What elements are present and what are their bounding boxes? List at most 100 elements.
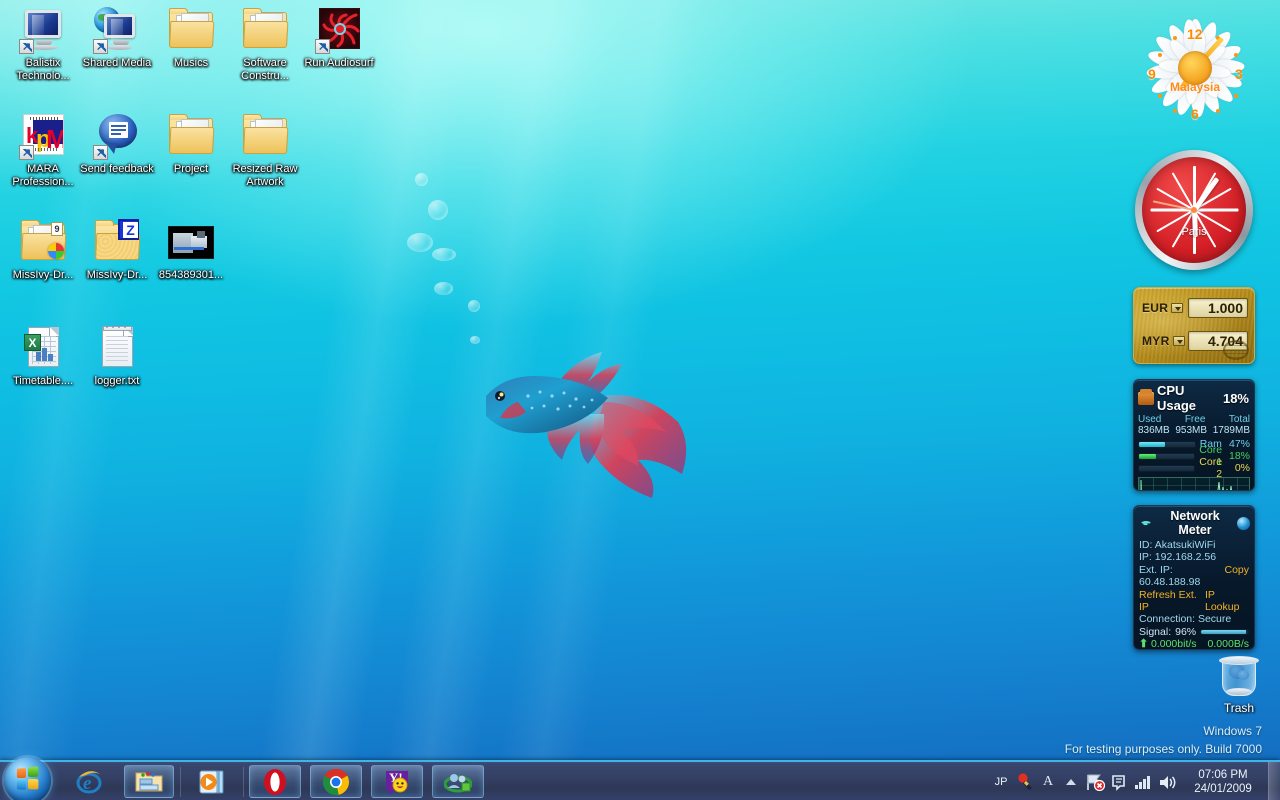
google-chrome-icon [322,768,350,796]
ram-bar-fill [1139,441,1166,447]
desktop-icon-send-feedback[interactable]: ↗ Send feedback [80,112,154,176]
desktop-icon-logger-txt[interactable]: logger.txt [80,324,154,388]
desktop-icon-musics[interactable]: Musics [154,6,228,70]
clock-city-label: Paris [1181,225,1207,238]
language-indicator: JP [994,776,1008,788]
taskbar-button-windows-explorer[interactable] [124,765,174,798]
chevron-down-icon[interactable] [1171,303,1184,313]
gadget-cpu-usage[interactable]: CPU Usage 18% Used Free Total 836MB 953M… [1133,379,1255,491]
currency-from-code: EUR [1142,301,1169,315]
flower-clock-numeral-6: 6 [1191,106,1199,122]
language-bar[interactable]: JP [989,762,1013,800]
currency-from-value[interactable]: 1.000 [1188,298,1248,318]
mem-header-used: Used [1138,414,1162,425]
bubble-icon [434,282,453,295]
desktop-icon-label: MARA Profession... [12,163,74,188]
tray-date: 24/01/2009 [1194,783,1252,795]
cpu-gadget-header: CPU Usage 18% [1134,380,1254,414]
upload-arrow-icon: ⬆ [1139,638,1149,650]
taskbar-button-google-chrome[interactable] [310,765,362,798]
refresh-ext-ip-link[interactable]: Refresh Ext. IP [1139,589,1205,614]
desktop-icon-balistix-technology[interactable]: ↗ Balistix Technolo... [6,6,80,82]
clock-tick [1194,208,1238,212]
desktop-icon-software-construction[interactable]: Software Constru... [228,6,302,82]
network-gadget-title: Network Meter [1170,509,1220,537]
desktop-icon-recycle-bin[interactable]: Trash [1204,655,1274,715]
desktop-icon-mara-professional[interactable]: k p M ↗ MARA Profession... [6,112,80,188]
clock-tray-button[interactable]: 07:06 PM 24/01/2009 [1181,768,1265,796]
signal-label: Signal: [1139,625,1172,638]
flower-clock-city-label: Malaysia [1169,80,1221,94]
cpu-chip-icon [1138,388,1154,405]
betta-fish-illustration [452,330,702,510]
gadget-currency-converter[interactable]: EUR 1.000 MYR 4.704 [1133,287,1255,364]
core2-bar-row: Core 2 0% [1134,456,1254,480]
desktop-icon-timetable-spreadsheet[interactable]: X Timetable.... [6,324,80,388]
speaker-icon[interactable] [1155,762,1181,800]
start-button[interactable] [4,757,51,800]
ime-pen-icon[interactable] [1013,762,1037,800]
mem-value-total: 1789MB [1212,425,1250,436]
folder-icon [167,112,215,160]
gadget-flower-clock[interactable]: 12 3 6 9 Malaysia [1135,6,1255,130]
taskbar-button-windows-media-player[interactable] [189,765,235,798]
desktop-icon-video-thumbnail[interactable]: 854389301... [154,218,228,282]
currency-from-code-selector[interactable]: EUR [1142,301,1188,315]
gadget-paris-clock[interactable]: Paris [1135,150,1253,270]
flower-clock-marker [1216,109,1220,113]
memory-values: 836MB 953MB 1789MB [1134,425,1254,438]
show-hidden-icons-button[interactable] [1059,762,1083,800]
flower-clock-marker [1234,53,1238,57]
desktop-icon-missivy-zip[interactable]: Z MissIvy-Dr... [80,218,154,282]
folder-with-media-icon: 9 [19,218,67,266]
flower-clock-marker [1234,94,1238,98]
mara-shortcut-icon: k p M ↗ [19,112,67,160]
desktop-icon-project[interactable]: Project [154,112,228,176]
desktop-icon-label: Software Constru... [241,57,289,82]
mem-value-used: 836MB [1138,425,1170,436]
ime-a-icon[interactable]: A [1037,762,1059,800]
bubble-icon [468,300,480,312]
core1-bar-value: 18% [1228,450,1250,462]
currency-to-code-selector[interactable]: MYR [1142,334,1188,348]
signal-strength-fill [1201,630,1247,635]
currency-to-code: MYR [1142,334,1170,348]
taskbar-button-yahoo-messenger[interactable]: Y! [371,765,423,798]
flower-clock-numeral-12: 12 [1187,26,1203,42]
cpu-gadget-title: CPU Usage [1157,383,1197,413]
network-connection-row: Connection: Secure [1134,613,1254,625]
taskbar-button-opera[interactable] [249,765,301,798]
windows-build-watermark: Windows 7 For testing purposes only. Bui… [1065,722,1262,758]
cpu-history-graph [1138,477,1250,490]
windows-logo-icon [16,766,40,791]
taskbar-button-internet-explorer[interactable]: e [66,765,112,798]
taskbar-button-windows-live-messenger[interactable] [432,765,484,798]
desktop-icon-missivy-media-folder[interactable]: 9 MissIvy-Dr... [6,218,80,282]
ram-bar-track [1138,440,1196,448]
ip-lookup-link[interactable]: IP Lookup [1205,589,1249,614]
clock-face: Paris [1142,157,1246,263]
upload-speed-row: ⬆ 0.000bit/s 0.000B/s [1134,638,1254,650]
clock-minute-hand [1191,176,1219,212]
currency-from-row: EUR 1.000 [1142,297,1248,319]
taskbar[interactable]: e Y! JP A 07:06 PM 24/01/2009 [0,757,1280,800]
desktop-icon-label: Project [173,163,209,175]
gadget-network-meter[interactable]: Network Meter ID: AkatsukiWiFi IP: 192.1… [1133,505,1255,650]
copy-link[interactable]: Copy [1224,564,1249,589]
taskbar-separator [180,767,181,797]
desktop-icon-resized-raw-artwork[interactable]: Resized Raw Artwork [228,112,302,188]
volume-bars-icon[interactable] [1131,762,1155,800]
desktop-icon-label: Timetable.... [12,375,74,387]
action-center-icon[interactable] [1107,762,1131,800]
system-tray[interactable]: JP A 07:06 PM 24/01/2009 [989,762,1280,800]
network-error-icon[interactable] [1083,762,1107,800]
desktop-icon-run-audiosurf[interactable]: ↗ Run Audiosurf [302,6,376,70]
signal-value: 96% [1175,625,1197,638]
chevron-down-icon[interactable] [1172,336,1185,346]
folder-icon [167,6,215,54]
tray-time: 07:06 PM [1198,769,1248,781]
ram-bar-row: Ram 47% [1134,438,1254,450]
opera-icon [261,768,289,796]
show-desktop-button[interactable] [1268,762,1280,800]
desktop-icon-shared-media[interactable]: ↗ Shared Media [80,6,154,70]
